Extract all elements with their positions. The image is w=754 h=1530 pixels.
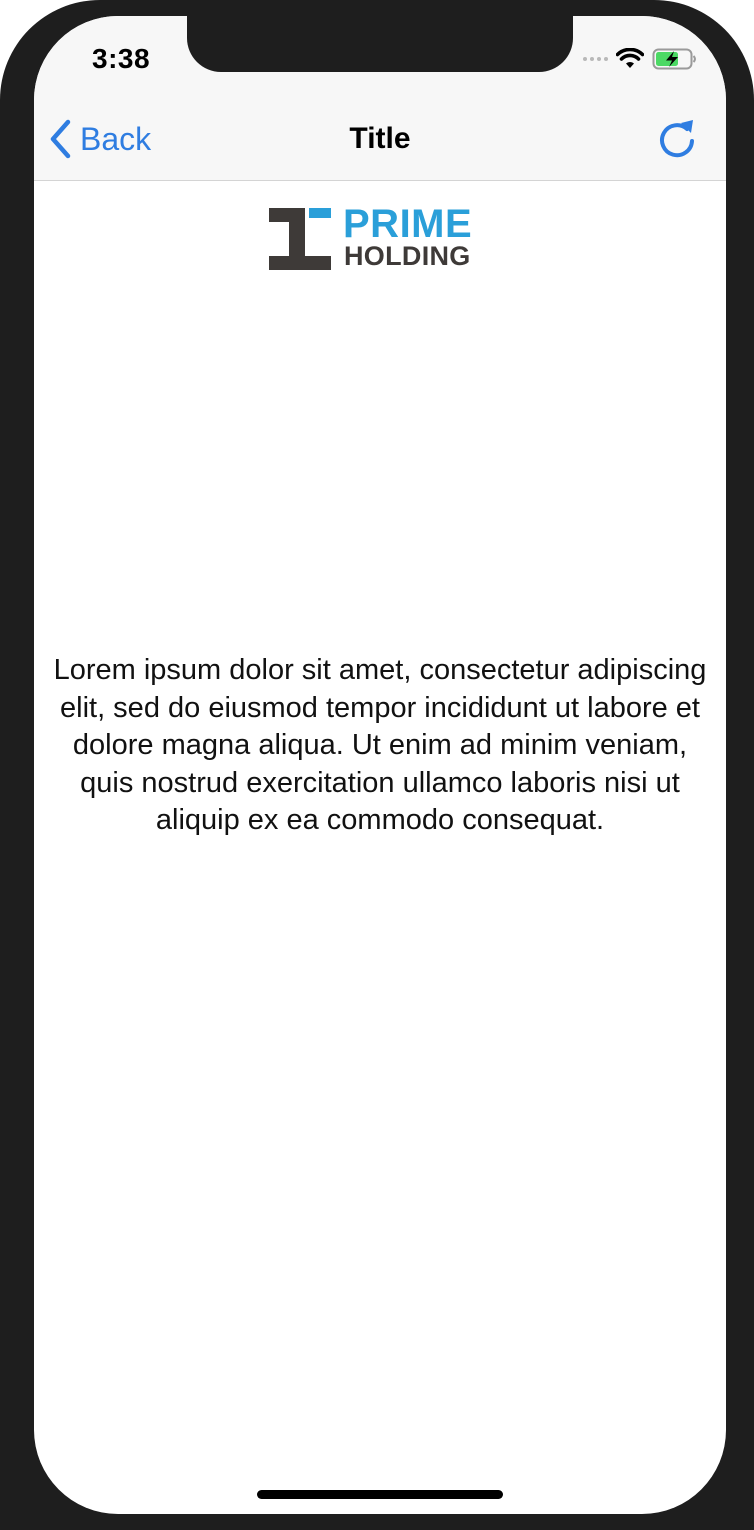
device-notch <box>187 16 573 72</box>
wifi-icon <box>616 48 644 68</box>
home-indicator[interactable] <box>257 1490 503 1499</box>
battery-charging-icon <box>652 48 696 70</box>
logo-mark-icon <box>269 208 331 270</box>
prime-holding-logo: PRIME HOLDING <box>269 204 493 272</box>
page-title: Title <box>349 122 411 155</box>
logo-text-prime: PRIME <box>343 202 473 246</box>
reload-icon <box>660 120 694 158</box>
body-paragraph: Lorem ipsum dolor sit amet, consectetur … <box>53 654 707 836</box>
logo-text-holding: HOLDING <box>344 241 471 271</box>
status-time: 3:38 <box>92 43 151 74</box>
signal-dots-icon <box>583 57 608 61</box>
phone-screen: 3:38 Back Title PRIME HOLDING Lorem ipsu… <box>34 16 726 1514</box>
navigation-bar: Back Title <box>34 102 726 181</box>
reload-button[interactable] <box>656 117 700 163</box>
device-frame: 3:38 Back Title PRIME HOLDING Lorem ipsu… <box>0 0 754 1530</box>
status-icons <box>583 46 698 72</box>
